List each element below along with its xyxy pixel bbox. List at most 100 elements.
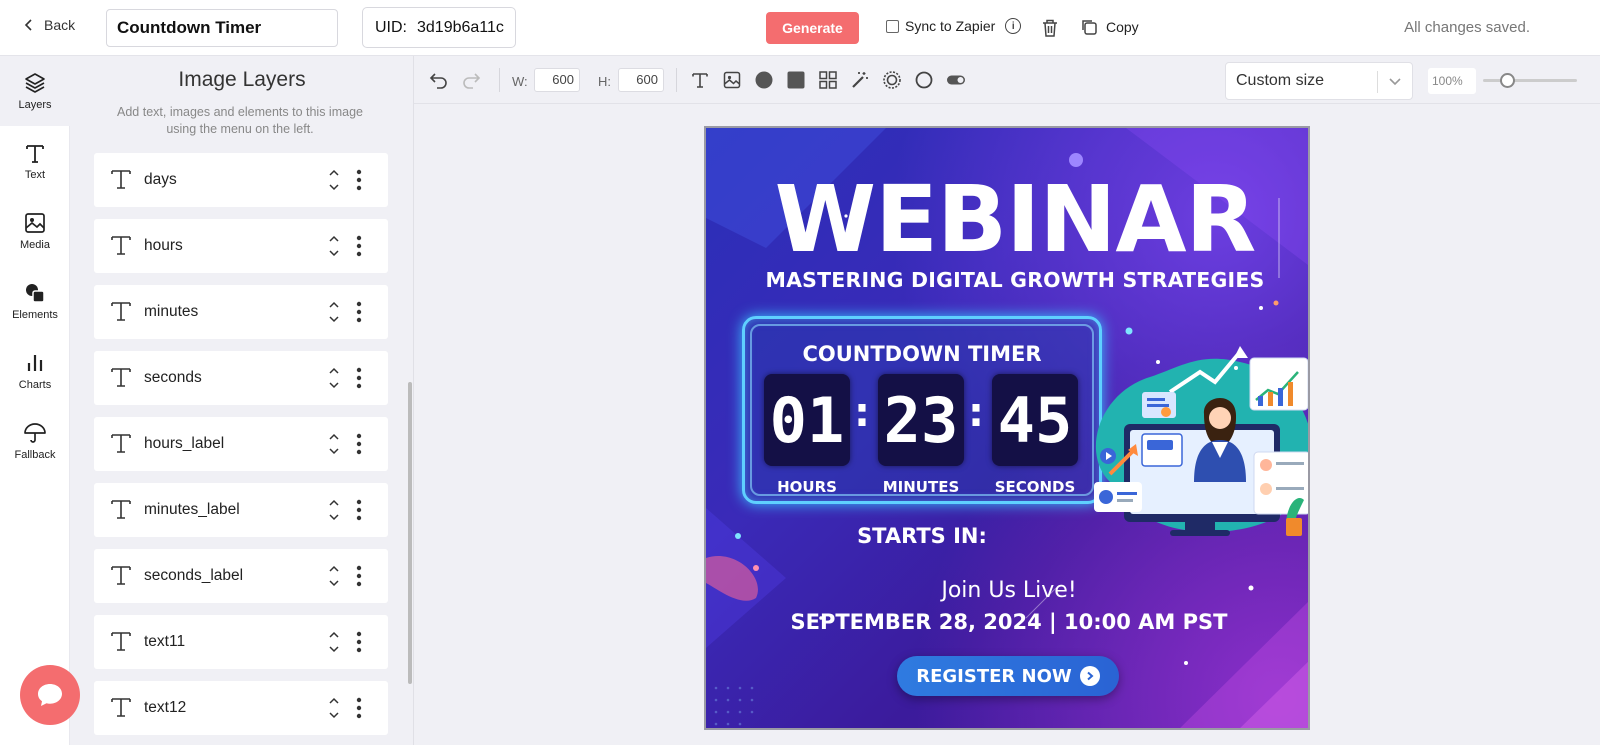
zoom-level[interactable]: 100% <box>1428 68 1476 94</box>
layer-row[interactable]: text11 <box>94 615 388 669</box>
rail-label-media: Media <box>20 239 50 251</box>
text-layer-icon <box>111 500 131 519</box>
more-options-icon[interactable] <box>356 367 362 389</box>
chat-support-button[interactable] <box>20 665 80 725</box>
layer-row[interactable]: minutes_label <box>94 483 388 537</box>
layer-row[interactable]: minutes <box>94 285 388 339</box>
toolbar-divider <box>499 68 500 92</box>
layers-icon <box>25 73 45 93</box>
rail-item-media[interactable]: Media <box>0 196 70 266</box>
square-tool-icon[interactable] <box>786 70 806 90</box>
grid-tool-icon[interactable] <box>818 70 838 90</box>
height-input[interactable]: 600 <box>618 68 664 92</box>
headline-text[interactable]: WEBINAR <box>706 170 1308 270</box>
back-button[interactable]: Back <box>22 17 75 33</box>
width-input[interactable]: 600 <box>534 68 580 92</box>
reorder-arrows-icon[interactable] <box>328 629 340 655</box>
layer-name: hours <box>144 237 183 254</box>
uid-display[interactable]: UID: 3d19b6a11c <box>362 7 516 48</box>
hours-label[interactable]: HOURS <box>757 478 857 496</box>
reorder-arrows-icon[interactable] <box>328 431 340 457</box>
layer-name: seconds <box>144 369 202 386</box>
reorder-arrows-icon[interactable] <box>328 563 340 589</box>
rail-item-layers[interactable]: Layers <box>0 56 70 126</box>
join-text[interactable]: Join Us Live! <box>706 578 1308 603</box>
canvas-size-select[interactable]: Custom size <box>1225 62 1413 100</box>
layer-name: minutes <box>144 303 199 320</box>
seconds-digits[interactable]: 45 <box>992 374 1078 466</box>
subtitle-text[interactable]: MASTERING DIGITAL GROWTH STRATEGIES <box>706 268 1308 292</box>
layers-panel-subtitle: Add text, images and elements to this im… <box>117 105 363 136</box>
zoom-slider-track[interactable] <box>1483 79 1577 82</box>
more-options-icon[interactable] <box>356 697 362 719</box>
event-date-text[interactable]: SEPTEMBER 28, 2024 | 10:00 AM PST <box>706 610 1308 634</box>
trash-icon[interactable] <box>1041 18 1059 38</box>
layer-row[interactable]: hours_label <box>94 417 388 471</box>
layer-row[interactable]: seconds <box>94 351 388 405</box>
template-name-input[interactable] <box>106 9 338 47</box>
more-options-icon[interactable] <box>356 433 362 455</box>
outline-circle-icon[interactable] <box>914 70 934 90</box>
more-options-icon[interactable] <box>356 631 362 653</box>
seconds-label[interactable]: SECONDS <box>985 478 1085 496</box>
ring-tool-icon[interactable] <box>882 70 902 90</box>
rail-item-charts[interactable]: Charts <box>0 336 70 406</box>
minutes-label[interactable]: MINUTES <box>871 478 971 496</box>
uid-label: UID: <box>375 18 407 36</box>
text-layer-icon <box>111 170 131 189</box>
colon-separator: : <box>854 390 870 436</box>
colon-separator: : <box>968 390 984 436</box>
sync-zapier-checkbox[interactable] <box>886 19 899 33</box>
starts-in-text[interactable]: STARTS IN: <box>742 524 1102 548</box>
text-icon <box>26 145 44 163</box>
more-options-icon[interactable] <box>356 565 362 587</box>
reorder-arrows-icon[interactable] <box>328 365 340 391</box>
text-tool-icon[interactable] <box>690 70 710 90</box>
minutes-digits[interactable]: 23 <box>878 374 964 466</box>
arrow-right-icon <box>1079 666 1100 686</box>
image-icon <box>25 213 45 233</box>
reorder-arrows-icon[interactable] <box>328 695 340 721</box>
layer-row[interactable]: seconds_label <box>94 549 388 603</box>
reorder-arrows-icon[interactable] <box>328 299 340 325</box>
layer-row[interactable]: text12 <box>94 681 388 735</box>
design-canvas[interactable]: WEBINAR MASTERING DIGITAL GROWTH STRATEG… <box>704 126 1310 730</box>
rail-item-fallback[interactable]: Fallback <box>0 406 70 476</box>
reorder-arrows-icon[interactable] <box>328 497 340 523</box>
redo-icon[interactable] <box>461 70 481 90</box>
toggle-tool-icon[interactable] <box>946 70 966 90</box>
info-icon[interactable]: i <box>1005 18 1022 34</box>
rail-label-elements: Elements <box>12 309 58 321</box>
layer-name: days <box>144 171 177 188</box>
rail-item-elements[interactable]: Elements <box>0 266 70 336</box>
shapes-icon <box>26 284 45 303</box>
chat-icon <box>38 684 62 706</box>
more-options-icon[interactable] <box>356 301 362 323</box>
back-label: Back <box>44 17 76 33</box>
countdown-title[interactable]: COUNTDOWN TIMER <box>742 342 1102 366</box>
layer-name: minutes_label <box>144 501 240 518</box>
umbrella-icon <box>24 423 46 443</box>
zoom-slider-handle[interactable] <box>1499 73 1515 88</box>
register-now-button[interactable]: REGISTER NOW <box>897 656 1119 696</box>
rail-item-text[interactable]: Text <box>0 126 70 196</box>
layer-name: seconds_label <box>144 567 244 584</box>
circle-tool-icon[interactable] <box>754 70 774 90</box>
more-options-icon[interactable] <box>356 235 362 257</box>
layer-row[interactable]: days <box>94 153 388 207</box>
copy-button[interactable]: Copy <box>1080 18 1139 36</box>
image-tool-icon[interactable] <box>722 70 742 90</box>
layer-row[interactable]: hours <box>94 219 388 273</box>
save-status: All changes saved. <box>1404 19 1530 36</box>
layers-panel: Image Layers Add text, images and elemen… <box>70 56 414 745</box>
undo-icon[interactable] <box>429 70 449 90</box>
more-options-icon[interactable] <box>356 499 362 521</box>
reorder-arrows-icon[interactable] <box>328 233 340 259</box>
more-options-icon[interactable] <box>356 169 362 191</box>
generate-button[interactable]: Generate <box>766 12 859 44</box>
reorder-arrows-icon[interactable] <box>328 167 340 193</box>
layers-scrollbar[interactable] <box>408 382 412 684</box>
magic-wand-icon[interactable] <box>850 70 870 90</box>
toolbar-divider <box>676 68 677 92</box>
hours-digits[interactable]: 01 <box>764 374 850 466</box>
